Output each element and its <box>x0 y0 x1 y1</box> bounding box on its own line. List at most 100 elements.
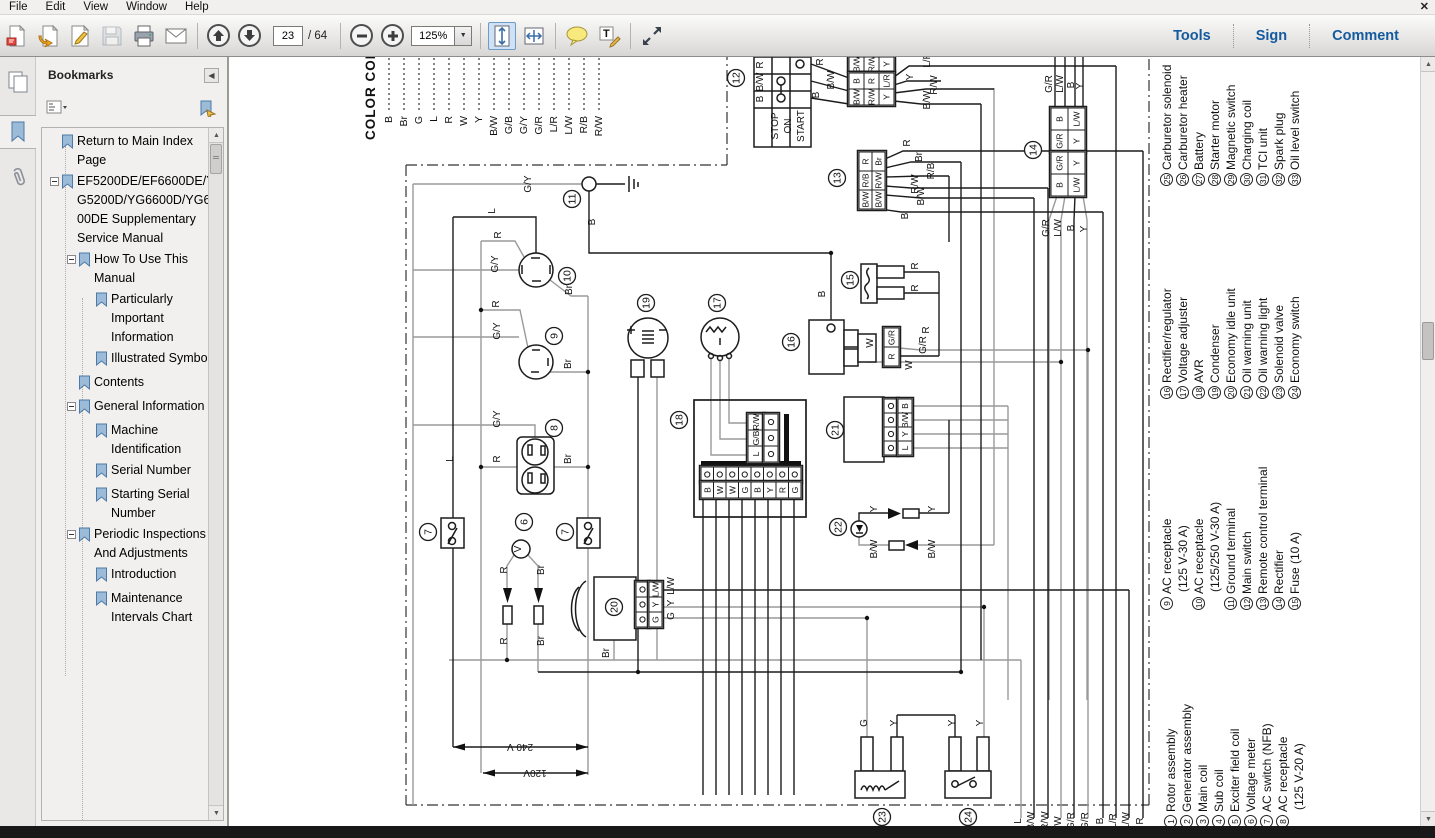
text-edits-button[interactable]: T <box>595 22 623 50</box>
scroll-up-icon[interactable]: ▲ <box>209 128 223 143</box>
zoom-in-button[interactable] <box>381 24 405 47</box>
collapse-expander-icon[interactable] <box>65 530 78 539</box>
bookmark-item[interactable]: Maintenance Intervals Chart <box>42 589 218 627</box>
email-button[interactable] <box>162 22 190 50</box>
text-callout-icon: T <box>599 26 621 48</box>
export-button[interactable] <box>34 22 62 50</box>
menu-help[interactable]: Help <box>176 0 218 15</box>
bookmarks-tree: Return to Main Index Page EF5200DE/EF6600… <box>41 127 224 821</box>
menu-view[interactable]: View <box>74 0 117 15</box>
bookmark-item[interactable]: Machine Identification <box>42 421 218 459</box>
wire-label: B/W <box>755 72 766 91</box>
collapse-expander-icon[interactable] <box>65 255 78 264</box>
bookmark-item[interactable]: Serial Number <box>42 461 218 483</box>
bookmark-options-icon[interactable] <box>46 100 68 116</box>
zoom-level-input[interactable] <box>411 25 456 46</box>
bookmark-item[interactable]: Particularly Important Information <box>42 290 218 347</box>
toolbar-separator <box>340 22 342 49</box>
bookmark-label: Particularly Important Information <box>111 292 174 344</box>
economy-switch-terminal <box>948 736 962 772</box>
bookmark-item[interactable]: How To Use This Manual <box>42 250 218 288</box>
next-page-button[interactable] <box>238 24 261 47</box>
wire-label: R <box>910 262 921 269</box>
collapse-panel-button[interactable]: ◀ <box>204 67 219 83</box>
tools-button[interactable]: Tools <box>1151 28 1233 44</box>
page-thumbnails-tab[interactable] <box>0 65 36 99</box>
scroll-mode-icon <box>494 25 510 46</box>
bookmark-item[interactable]: EF5200DE/EF6600DE/YG5200D/YG6600D/YG6600… <box>42 172 218 248</box>
wire-label: L <box>445 456 456 462</box>
scrollbar-thumb[interactable] <box>1422 322 1434 360</box>
wire-label: V <box>513 545 524 552</box>
pdf-page[interactable]: COLOR CODE B Br G L R W Y B/W G/B G/Y G/R L/R L/W R/B R… <box>231 57 1420 826</box>
scroll-mode-button[interactable] <box>488 21 517 50</box>
color-code-entry: L/R <box>548 116 560 133</box>
menu-window[interactable]: Window <box>117 0 176 15</box>
attachments-tab[interactable] <box>0 161 36 195</box>
legend-item: 31TCI unit <box>1256 127 1270 186</box>
bookmark-item[interactable]: Starting Serial Number <box>42 485 218 523</box>
wire-label: L/W <box>666 577 677 595</box>
svg-text:T: T <box>603 28 610 40</box>
toolbar-separator <box>197 22 198 49</box>
menu-edit[interactable]: Edit <box>37 0 75 15</box>
save-button[interactable] <box>98 22 126 50</box>
bookmark-label: EF5200DE/EF6600DE/YG5200D/YG6600D/YG6600… <box>77 174 218 245</box>
color-code-title: COLOR CODE <box>363 57 378 140</box>
close-icon[interactable]: ✕ <box>1420 0 1429 15</box>
connector-pin-label: L/W <box>651 582 661 597</box>
scroll-up-icon[interactable]: ▲ <box>1421 57 1435 72</box>
bookmarks-scrollbar[interactable]: ▲ ▼ <box>208 128 223 820</box>
vertical-scrollbar[interactable]: ▲ ▼ <box>1420 57 1435 826</box>
bookmark-label: How To Use This Manual <box>94 252 189 285</box>
navigation-pane-strip <box>0 57 36 826</box>
print-button[interactable] <box>130 22 158 50</box>
zoom-out-button[interactable] <box>350 24 374 47</box>
connector-pin-label: B/W <box>874 191 884 207</box>
menu-file[interactable]: File <box>0 0 37 15</box>
legend-item: 26Carburetor heater <box>1176 75 1190 186</box>
callout-number: 7 <box>560 529 572 535</box>
zoom-dropdown-button[interactable]: ▼ <box>455 25 473 46</box>
callout-number: 8 <box>549 425 561 431</box>
toolbar-separator <box>555 22 557 49</box>
expand-current-bookmark-icon[interactable] <box>197 100 217 117</box>
color-code-entry: R/B <box>578 116 590 134</box>
bookmark-item[interactable]: Return to Main Index Page <box>42 132 218 170</box>
legend-number: 30 <box>1240 173 1253 186</box>
save-icon <box>102 26 122 45</box>
sign-button[interactable]: Sign <box>1234 28 1309 44</box>
legend-item: 19Condenser <box>1208 324 1222 399</box>
bookmark-item[interactable]: Introduction <box>42 565 218 587</box>
bookmark-item[interactable]: Contents <box>42 373 218 395</box>
fullscreen-button[interactable] <box>638 22 666 50</box>
previous-page-button[interactable] <box>207 24 230 47</box>
bookmarks-scrollbar-thumb[interactable] <box>210 144 222 174</box>
page-number-input[interactable] <box>273 25 303 46</box>
comment-button[interactable]: Comment <box>1310 28 1421 44</box>
scroll-down-icon[interactable]: ▼ <box>1421 811 1435 826</box>
create-pdf-button[interactable] <box>2 22 30 50</box>
sticky-note-button[interactable] <box>563 22 591 50</box>
legend-number: 4 <box>1212 815 1225 826</box>
legend-item: 11Ground terminal <box>1223 508 1239 610</box>
legend-number: 9 <box>1160 597 1173 610</box>
fit-width-button[interactable] <box>520 22 548 50</box>
legend-item: 17Voltage adjuster <box>1176 296 1190 399</box>
collapse-expander-icon[interactable] <box>48 177 61 186</box>
bookmark-item[interactable]: Illustrated Symbols <box>42 349 218 371</box>
bookmarks-tab[interactable] <box>0 115 36 149</box>
legend-item: 20Economy idle unit <box>1224 288 1238 399</box>
legend-number: 25 <box>1160 173 1173 186</box>
legend-item: 15Fuse (10 A) <box>1288 531 1302 610</box>
collapse-expander-icon[interactable] <box>65 402 78 411</box>
bookmark-label: Introduction <box>111 567 177 581</box>
sign-button-icon[interactable] <box>66 22 94 50</box>
fuse-symbol <box>860 263 878 304</box>
bookmark-item[interactable]: General Information <box>42 397 218 419</box>
color-code-entry: L <box>428 116 440 122</box>
scroll-down-icon[interactable]: ▼ <box>209 805 223 820</box>
legend-number: 15 <box>1288 597 1301 610</box>
bookmark-item[interactable]: Periodic Inspections And Adjustments <box>42 525 218 563</box>
connector-pin-label: G/B <box>751 430 761 445</box>
